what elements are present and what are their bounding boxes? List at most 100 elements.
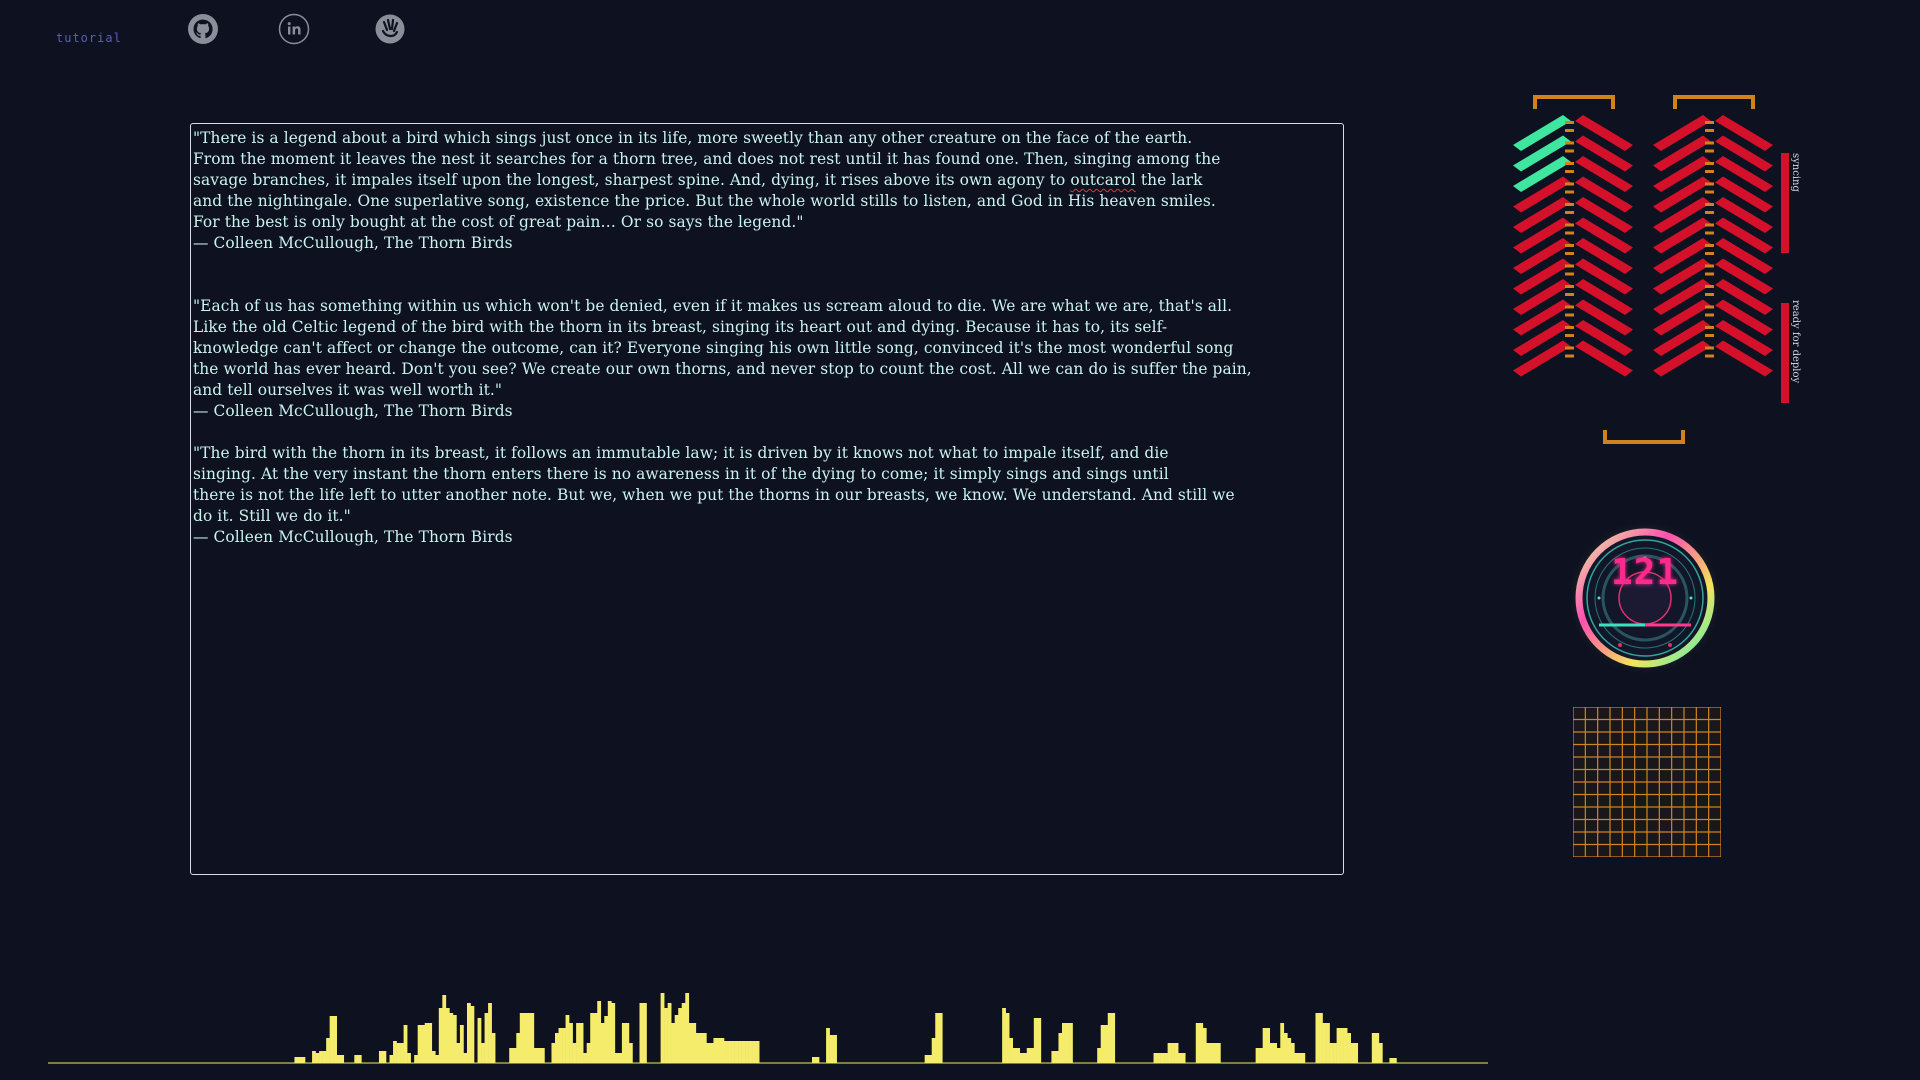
visualizer-bar xyxy=(931,1038,936,1063)
visualizer-bar xyxy=(516,1033,521,1063)
chevron-tick xyxy=(1565,264,1574,268)
text-editor[interactable]: "There is a legend about a bird which si… xyxy=(190,123,1344,875)
visualizer-bar xyxy=(1104,1025,1109,1063)
visualizer-bar xyxy=(639,1003,644,1063)
visualizer-bar xyxy=(723,1041,728,1063)
visualizer-bar xyxy=(1329,1043,1334,1063)
visualizer-bar xyxy=(660,993,665,1063)
chevron-tick xyxy=(1565,190,1574,194)
chevron-tick xyxy=(1705,190,1714,194)
visualizer-bar xyxy=(611,1003,616,1063)
visualizer-bar xyxy=(593,1013,598,1063)
quote-line: "The bird with the thorn in its breast, … xyxy=(193,444,1169,462)
chevron-tick xyxy=(1705,305,1714,309)
visualizer-bar xyxy=(674,1015,679,1063)
chevron-tick xyxy=(1705,211,1714,214)
visualizer-bar xyxy=(1255,1048,1260,1063)
chevron-tick xyxy=(1565,326,1574,329)
visualizer-bar xyxy=(699,1033,704,1063)
visualizer-bar xyxy=(1005,1013,1010,1063)
visualizer-bar xyxy=(336,1055,341,1063)
visualizer-bar xyxy=(435,1055,440,1063)
visualizer-bar xyxy=(1209,1043,1214,1063)
visualizer-bar xyxy=(459,1025,464,1063)
chevron-tick xyxy=(1565,354,1574,358)
visualizer-bar xyxy=(470,1006,475,1063)
visualizer-bar xyxy=(618,1053,623,1063)
visualizer-bar xyxy=(1016,1048,1021,1063)
chevron-tick xyxy=(1565,203,1574,206)
visualizer-bar xyxy=(421,1025,426,1063)
chevron-tick xyxy=(1565,121,1574,124)
quote-attribution: — Colleen McCullough, The Thorn Birds xyxy=(193,402,513,420)
chevron-tick xyxy=(1565,334,1574,337)
visualizer-bar xyxy=(1354,1043,1359,1063)
quote-1: "There is a legend about a bird which si… xyxy=(193,128,1341,233)
chevron-tick xyxy=(1705,223,1714,227)
quote-line: and tell ourselves it was well worth it.… xyxy=(193,381,503,399)
chevron-tick xyxy=(1705,231,1714,235)
visualizer-bar xyxy=(449,1013,454,1063)
chevron-tick xyxy=(1565,170,1574,173)
visualizer-bar xyxy=(1216,1043,1221,1063)
visualizer-bar xyxy=(1273,1043,1278,1063)
visualizer-bar xyxy=(685,993,690,1063)
visualizer-bar xyxy=(1065,1023,1070,1063)
visualizer-bar xyxy=(1058,1033,1063,1063)
visualizer-bar xyxy=(621,1023,626,1063)
audio-visualizer xyxy=(48,980,1488,1074)
chevron-tick xyxy=(1705,129,1714,132)
visualizer-bar xyxy=(741,1041,746,1063)
visualizer-bar xyxy=(643,1003,647,1063)
stack-bracket xyxy=(1603,430,1685,444)
chevron-tick xyxy=(1705,149,1714,153)
visualizer-bar xyxy=(1051,1051,1056,1063)
deploy-label: ready for deploy xyxy=(1790,300,1801,384)
visualizer-bar xyxy=(315,1053,320,1063)
visualizer-bar xyxy=(1023,1053,1028,1063)
linkedin-icon[interactable] xyxy=(278,13,310,45)
visualizer-bar xyxy=(456,1043,461,1063)
visualizer-bar xyxy=(1343,1028,1348,1063)
visualizer-bar xyxy=(748,1041,753,1063)
quote-line: and the nightingale. One superlative son… xyxy=(193,192,1216,210)
chevron-tick xyxy=(1705,272,1714,276)
visualizer-bar xyxy=(326,1038,330,1063)
visualizer-bar xyxy=(393,1041,397,1063)
chevron-tick xyxy=(1705,244,1714,247)
visualizer-bar xyxy=(1276,1048,1281,1063)
visualizer-bar xyxy=(378,1051,383,1063)
visualizer-bar xyxy=(1350,1043,1355,1063)
visualizer-bar xyxy=(1061,1023,1066,1063)
deploy-level-bar xyxy=(1781,303,1789,403)
visualizer-bar xyxy=(734,1041,739,1063)
chevron-tick xyxy=(1705,346,1714,350)
visualizer-bar xyxy=(1111,1013,1116,1063)
quote-attribution: — Colleen McCullough, The Thorn Birds xyxy=(193,234,513,252)
visualizer-bar xyxy=(928,1055,933,1063)
quote-line: For the best is only bought at the cost … xyxy=(193,213,804,231)
chevron-stacks xyxy=(1513,95,1789,444)
visualizer-bar xyxy=(576,1023,580,1063)
visualizer-bar xyxy=(614,1053,619,1063)
visualizer-bar xyxy=(417,1025,422,1063)
visualizer-bar xyxy=(389,1055,394,1063)
visualizer-bar xyxy=(924,1055,929,1063)
visualizer-bar xyxy=(463,1053,468,1063)
tutorial-link[interactable]: tutorial xyxy=(56,31,122,45)
visualizer-bar xyxy=(1301,1053,1306,1063)
visualizer-bar xyxy=(1019,1053,1024,1063)
spellcheck-word[interactable]: outcarol xyxy=(1070,171,1136,189)
visualizer-bar xyxy=(1107,1013,1112,1063)
counter-dial: 121 xyxy=(1565,520,1725,680)
visualizer-bar xyxy=(833,1035,837,1063)
github-icon[interactable] xyxy=(187,13,219,45)
visualizer-bar xyxy=(579,1023,584,1063)
visualizer-bar xyxy=(572,1043,577,1063)
hand-logo-icon[interactable] xyxy=(374,13,406,45)
visualizer-bar xyxy=(414,1055,418,1063)
visualizer-bar xyxy=(1026,1048,1031,1063)
visualizer-bar xyxy=(755,1041,760,1063)
quote-line: savage branches, it impales itself upon … xyxy=(193,171,1071,189)
quote-line: the lark xyxy=(1135,171,1203,189)
